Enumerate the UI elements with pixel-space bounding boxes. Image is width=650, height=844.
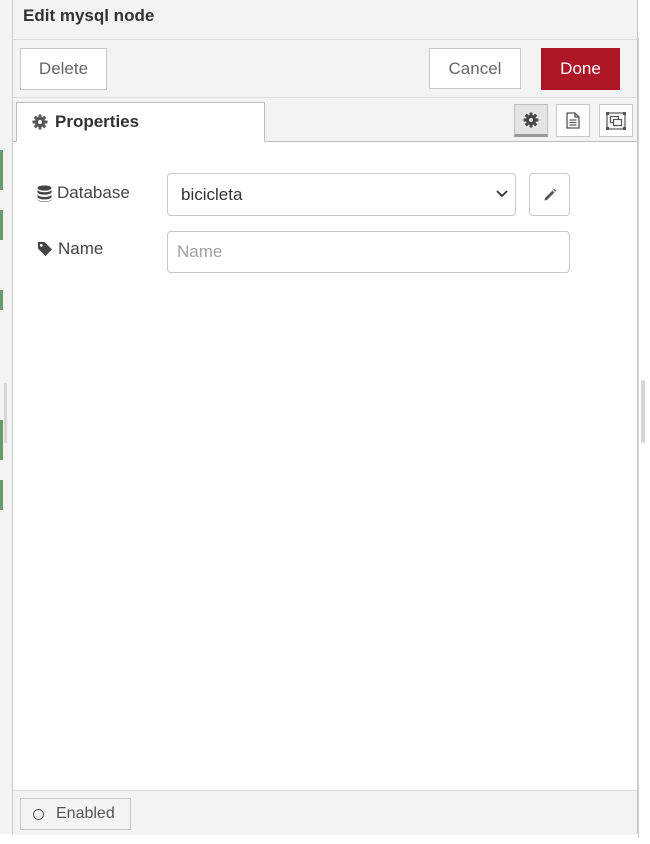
workspace-edge-mark bbox=[0, 480, 3, 510]
edit-node-dialog: Edit mysql node Delete Cancel Done Prope… bbox=[13, 0, 637, 835]
database-select-value: bicicleta bbox=[181, 184, 243, 204]
document-icon bbox=[566, 112, 580, 129]
database-icon bbox=[37, 184, 52, 202]
edit-database-button[interactable] bbox=[529, 173, 570, 216]
resize-handle-right[interactable] bbox=[641, 380, 645, 443]
database-select[interactable]: bicicleta bbox=[167, 173, 516, 216]
appearance-icon bbox=[606, 111, 626, 130]
properties-panel: Database bicicleta Name Name bbox=[13, 142, 637, 790]
node-appearance-button[interactable] bbox=[599, 104, 633, 137]
circle-icon bbox=[33, 808, 44, 820]
cancel-button[interactable]: Cancel bbox=[429, 48, 521, 89]
node-properties-button[interactable] bbox=[514, 104, 548, 137]
done-button[interactable]: Done bbox=[541, 48, 620, 90]
dialog-footer: Enabled bbox=[13, 790, 637, 835]
gear-icon bbox=[32, 114, 48, 130]
tab-properties-label: Properties bbox=[55, 112, 140, 131]
database-label: Database bbox=[37, 183, 130, 203]
tag-icon bbox=[37, 241, 53, 257]
node-description-button[interactable] bbox=[556, 104, 590, 137]
resize-handle-left[interactable] bbox=[4, 383, 7, 443]
dialog-titlebar: Edit mysql node bbox=[13, 0, 637, 40]
name-input[interactable] bbox=[167, 231, 570, 273]
workspace-edge-mark bbox=[0, 420, 3, 460]
tab-properties[interactable]: Properties bbox=[16, 102, 265, 142]
dialog-title: Edit mysql node bbox=[23, 6, 155, 25]
name-label: Name bbox=[37, 239, 103, 259]
workspace-edge-left bbox=[0, 0, 13, 834]
dialog-toolbar: Delete Cancel Done bbox=[13, 40, 637, 98]
database-label-text: Database bbox=[57, 183, 130, 202]
pencil-icon bbox=[543, 188, 557, 202]
enabled-toggle[interactable]: Enabled bbox=[20, 798, 131, 830]
delete-button[interactable]: Delete bbox=[20, 48, 107, 90]
workspace-edge-mark bbox=[0, 290, 3, 310]
tab-bar: Properties bbox=[13, 98, 637, 142]
workspace-edge-mark bbox=[0, 210, 3, 240]
chevron-down-icon bbox=[496, 188, 508, 200]
workspace-edge-mark bbox=[0, 150, 3, 190]
scroll-area-right bbox=[637, 0, 650, 838]
name-label-text: Name bbox=[58, 239, 104, 258]
enabled-label: Enabled bbox=[56, 805, 115, 822]
gear-icon bbox=[523, 112, 539, 128]
